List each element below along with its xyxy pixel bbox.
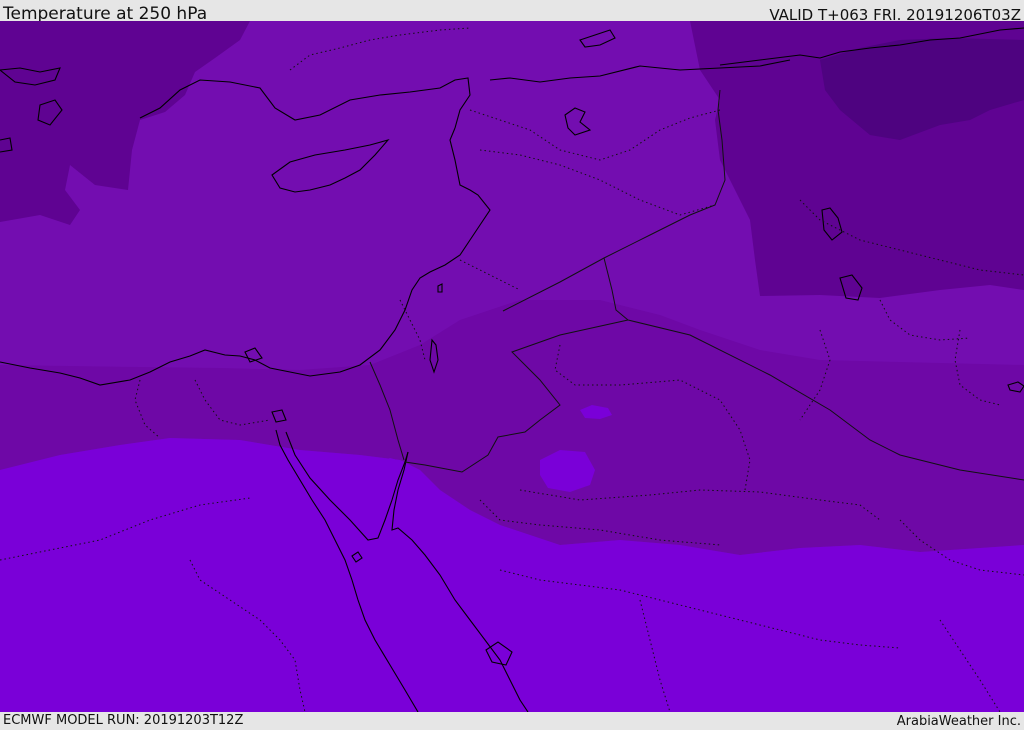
header-bar: Temperature at 250 hPa VALID T+063 FRI. … xyxy=(0,0,1024,24)
footer-bar: ECMWF MODEL RUN: 20191203T12Z ArabiaWeat… xyxy=(0,712,1024,729)
credit-label: ArabiaWeather Inc. xyxy=(896,714,1021,729)
weather-map[interactable] xyxy=(0,21,1024,712)
warm-pocket-jordan xyxy=(540,450,595,492)
model-run-label: ECMWF MODEL RUN: 20191203T12Z xyxy=(3,713,244,728)
